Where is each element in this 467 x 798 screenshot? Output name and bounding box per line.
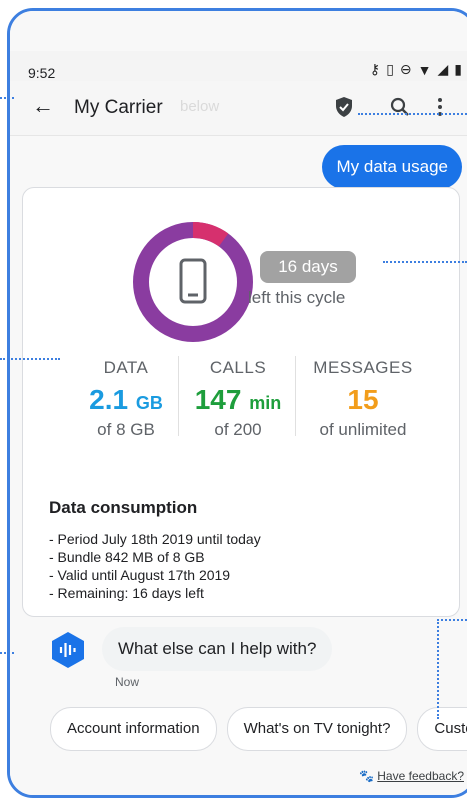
app-bar: ← My Carrier below xyxy=(10,81,467,136)
assistant-message-bubble: What else can I help with? xyxy=(102,627,333,671)
consumption-line: - Valid until August 17th 2019 xyxy=(49,567,231,583)
stat-value: 2.1 GB xyxy=(89,384,163,415)
stat-sub: of unlimited xyxy=(319,420,407,439)
stat-sub: of 200 xyxy=(214,420,262,439)
signal-icon: ◢ xyxy=(437,61,449,77)
annotation-line xyxy=(0,358,60,360)
search-icon[interactable] xyxy=(388,95,412,119)
annotation-line xyxy=(437,619,467,621)
paw-icon: 🐾 xyxy=(358,769,374,783)
cycle-ring xyxy=(133,222,253,342)
stat-data: DATA 2.1 GB of 8 GB xyxy=(71,358,181,440)
assistant-message-time: Now xyxy=(115,675,140,689)
chip-custom[interactable]: Custom xyxy=(417,707,467,751)
stat-label: MESSAGES xyxy=(313,358,413,377)
annotation-line xyxy=(358,113,467,115)
stat-value: 15 xyxy=(347,384,379,415)
usage-card: 16 days left this cycle DATA 2.1 GB of 8… xyxy=(22,187,460,617)
consumption-line: - Bundle 842 MB of 8 GB xyxy=(49,549,205,565)
chip-account-information[interactable]: Account information xyxy=(50,707,217,751)
consumption-line: - Remaining: 16 days left xyxy=(49,585,204,601)
data-consumption: Data consumption - Period July 18th 2019… xyxy=(49,498,449,602)
screen: 9:52 ⚷ ▯ ⊖ ▼ ◢ ▮ ← My Carrier below My d… xyxy=(10,11,467,795)
stat-calls: CALLS 147 min of 200 xyxy=(183,358,293,440)
status-icons: ⚷ ▯ ⊖ ▼ ◢ ▮ xyxy=(370,61,462,78)
back-arrow-icon[interactable]: ← xyxy=(32,93,54,119)
feedback: 🐾 Have feedback? xyxy=(359,769,464,783)
phone-icon xyxy=(179,258,207,304)
annotation-line xyxy=(383,261,467,263)
stat-value: 147 min xyxy=(194,384,282,415)
annotation-line xyxy=(0,652,14,654)
annotation-line xyxy=(0,97,14,99)
days-left-pill: 16 days xyxy=(260,251,356,283)
consumption-line: - Period July 18th 2019 until today xyxy=(49,531,261,547)
app-title: My Carrier xyxy=(74,97,163,118)
user-message-bubble: My data usage xyxy=(322,145,462,189)
divider xyxy=(178,356,179,436)
stat-sub: of 8 GB xyxy=(97,420,155,439)
more-vert-icon[interactable] xyxy=(436,95,444,119)
stat-messages: MESSAGES 15 of unlimited xyxy=(298,358,428,440)
vibrate-icon: ▯ xyxy=(386,61,394,77)
phone-frame: 9:52 ⚷ ▯ ⊖ ▼ ◢ ▮ ← My Carrier below My d… xyxy=(7,8,467,798)
consumption-title: Data consumption xyxy=(49,498,198,517)
divider xyxy=(295,356,296,436)
stat-label: DATA xyxy=(103,358,149,377)
ghost-text: below xyxy=(180,98,220,115)
feedback-link[interactable]: Have feedback? xyxy=(377,769,464,783)
annotation-line xyxy=(437,619,439,719)
battery-icon: ▮ xyxy=(454,61,462,77)
assistant-icon xyxy=(52,632,84,668)
status-bar: 9:52 ⚷ ▯ ⊖ ▼ ◢ ▮ xyxy=(10,51,467,85)
shield-icon[interactable] xyxy=(332,95,356,119)
days-caption: left this cycle xyxy=(248,288,346,307)
stat-label: CALLS xyxy=(209,358,267,377)
ring-main xyxy=(133,222,253,342)
chip-tv-tonight[interactable]: What's on TV tonight? xyxy=(226,707,408,751)
wifi-icon: ▼ xyxy=(417,61,432,78)
suggestion-chips: Account information What's on TV tonight… xyxy=(50,707,467,751)
key-icon: ⚷ xyxy=(369,61,381,77)
dnd-icon: ⊖ xyxy=(399,61,412,77)
status-time: 9:52 xyxy=(28,65,56,81)
